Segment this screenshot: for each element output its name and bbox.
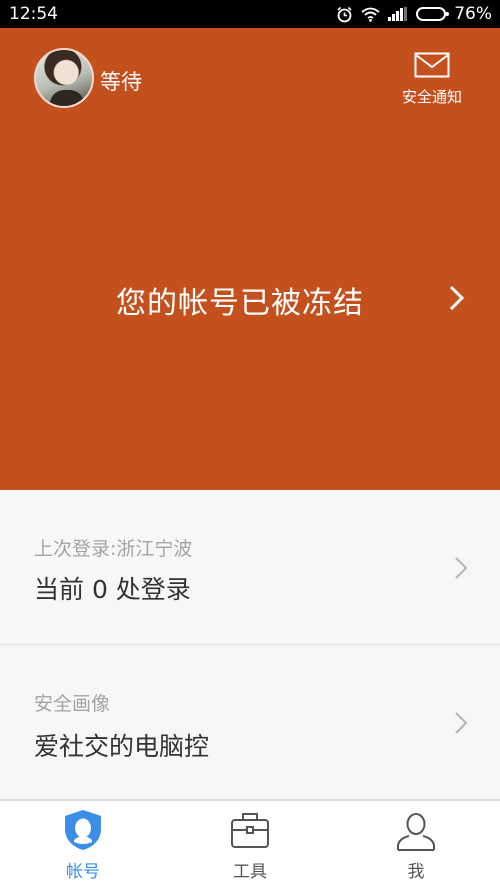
frozen-message: 您的帐号已被冻结 <box>116 286 364 321</box>
battery-percent: 76% <box>454 4 492 24</box>
last-login-location: 上次登录:浙江宁波 <box>34 538 193 560</box>
status-bar: 12:54 76% <box>0 0 500 28</box>
status-icons: 76% <box>336 4 492 24</box>
tab-me[interactable]: 我 <box>356 809 476 882</box>
mail-icon <box>414 52 450 82</box>
security-profile-card[interactable]: 安全画像 爱社交的电脑控 <box>0 645 500 800</box>
security-notice-button[interactable]: 安全通知 <box>394 52 470 107</box>
login-status-card[interactable]: 上次登录:浙江宁波 当前 0 处登录 <box>0 490 500 645</box>
security-notice-label: 安全通知 <box>401 88 462 106</box>
tab-account[interactable]: 帐号 <box>23 809 143 882</box>
battery-icon <box>416 7 450 21</box>
wifi-icon <box>361 7 380 22</box>
chevron-right-icon <box>454 711 468 739</box>
account-header: 等待 安全通知 您的帐号已被冻结 <box>0 28 500 490</box>
tab-me-label: 我 <box>407 862 425 882</box>
avatar[interactable] <box>34 48 94 108</box>
chevron-right-icon <box>448 284 466 316</box>
username[interactable]: 等待 <box>100 66 142 96</box>
toolbox-icon <box>229 809 271 855</box>
tab-tools-label: 工具 <box>233 862 267 882</box>
signal-icon <box>388 7 408 21</box>
tab-tools[interactable]: 工具 <box>190 809 310 882</box>
alarm-icon <box>336 6 353 23</box>
security-profile-value: 爱社交的电脑控 <box>34 732 210 761</box>
tab-account-label: 帐号 <box>66 862 100 882</box>
status-time: 12:54 <box>9 4 58 24</box>
bottom-tab-bar: 帐号 工具 我 <box>0 800 500 889</box>
chevron-right-icon <box>454 556 468 584</box>
person-icon <box>395 809 437 855</box>
current-logins: 当前 0 处登录 <box>34 575 191 604</box>
account-shield-icon <box>63 809 103 855</box>
frozen-status-row[interactable]: 您的帐号已被冻结 <box>0 278 500 326</box>
security-profile-label: 安全画像 <box>34 693 111 715</box>
